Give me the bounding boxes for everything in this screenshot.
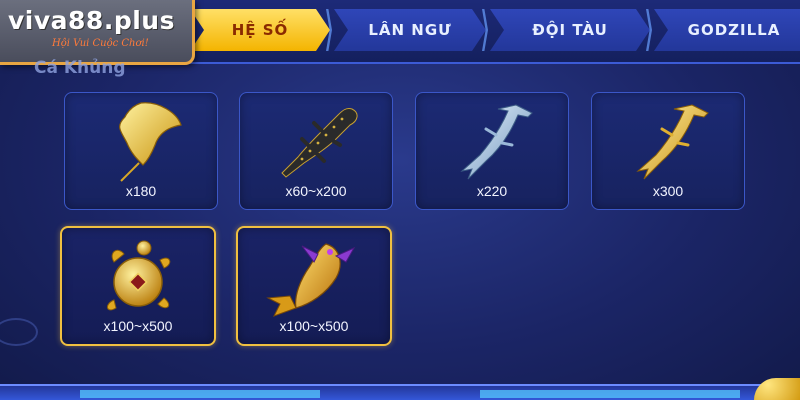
section-title: Cá Khủng [34,58,126,78]
multiplier-label: x100~x500 [279,318,349,334]
multiplier-label: x300 [652,183,684,199]
bottom-decor-segment [480,390,740,398]
logo-text: viva88.plus [8,6,175,35]
tab-doi-tau[interactable]: ĐỘI TÀU [490,9,650,51]
creature-card[interactable]: x300 [591,92,745,210]
golden-armored-fish-icon [266,243,356,317]
golden-manta-ray-icon [119,102,182,182]
cloud-decoration [0,318,38,346]
multiplier-label: x60~x200 [285,183,347,199]
creature-card[interactable]: x180 [64,92,218,210]
logo-slogan: Hội Vui Cuộc Chơi! [52,38,149,49]
creature-card[interactable]: x60~x200 [239,92,393,210]
tab-lan-ngu[interactable]: LÂN NGƯ [334,9,486,51]
creature-card[interactable]: x100~x500 [236,226,392,346]
golden-hammerhead-shark-icon [636,104,709,180]
multiplier-label: x220 [476,183,508,199]
creature-card[interactable]: x220 [415,92,569,210]
tab-godzilla[interactable]: GODZILLA [654,9,800,51]
bottom-decor-bar [0,384,800,400]
bottom-decor-segment [80,390,320,398]
creature-card[interactable]: x100~x500 [60,226,216,346]
golden-turtle-icon [107,240,171,311]
tab-he-so[interactable]: HỆ SỐ [190,9,330,51]
brand-logo: viva88.plus Hội Vui Cuộc Chơi! [0,0,195,65]
multiplier-label: x180 [125,183,157,199]
gold-coin-icon [754,378,800,400]
silver-hammerhead-shark-icon [460,104,533,180]
black-crocodile-icon [281,108,358,178]
multiplier-label: x100~x500 [103,318,173,334]
